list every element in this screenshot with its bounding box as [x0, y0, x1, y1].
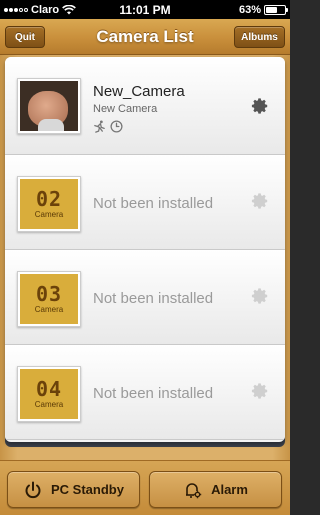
signal-strength-icon: [4, 7, 28, 12]
bottom-toolbar: PC Standby Alarm: [0, 460, 290, 515]
battery-percent: 63%: [238, 3, 261, 16]
power-icon: [25, 481, 41, 498]
clock-icon: [110, 120, 123, 133]
camera-status-icons: [93, 120, 123, 133]
camera-row-3[interactable]: 03 Camera Not been installed: [5, 250, 285, 345]
camera-preview-image: [20, 81, 78, 131]
page-title: Camera List: [96, 26, 194, 46]
camera-settings-gear-icon[interactable]: [251, 97, 269, 115]
alarm-settings-icon: [186, 482, 202, 498]
quit-button[interactable]: Quit: [5, 26, 45, 48]
alarm-label: Alarm: [211, 482, 248, 497]
camera-status-text: Not been installed: [93, 385, 214, 402]
camera-slot-label: Camera: [34, 400, 64, 409]
camera-slot-number: 04: [35, 377, 63, 401]
camera-slot-label: Camera: [34, 210, 64, 219]
camera-slot-badge: 04 Camera: [20, 369, 78, 419]
camera-slot-thumbnail: 04 Camera: [17, 366, 81, 422]
battery-icon: [264, 4, 288, 15]
pc-standby-button[interactable]: PC Standby: [7, 471, 140, 508]
camera-name: New_Camera: [93, 83, 185, 100]
alarm-button[interactable]: Alarm: [149, 471, 282, 508]
camera-settings-gear-icon[interactable]: [251, 382, 269, 400]
camera-status-text: Not been installed: [93, 290, 214, 307]
camera-thumbnail: [17, 78, 81, 134]
content-frame: New_Camera New Camera 02 Camera Not been…: [0, 55, 290, 460]
camera-slot-thumbnail: 02 Camera: [17, 176, 81, 232]
camera-row-1[interactable]: New_Camera New Camera: [5, 57, 285, 155]
camera-slot-badge: 03 Camera: [20, 274, 78, 324]
motion-icon: [94, 120, 105, 133]
camera-slot-number: 02: [35, 187, 63, 211]
status-right: 63%: [238, 3, 288, 16]
pc-standby-label: PC Standby: [51, 482, 124, 497]
camera-row-4[interactable]: 04 Camera Not been installed: [5, 345, 285, 440]
albums-button[interactable]: Albums: [234, 26, 285, 48]
camera-slot-label: Camera: [34, 305, 64, 314]
camera-slot-thumbnail: 03 Camera: [17, 271, 81, 327]
nav-bar: Quit Camera List Albums: [0, 19, 290, 55]
camera-settings-gear-icon[interactable]: [251, 192, 269, 210]
camera-status-text: Not been installed: [93, 195, 214, 212]
camera-list: New_Camera New Camera 02 Camera Not been…: [5, 57, 285, 442]
wifi-icon: [62, 4, 76, 14]
carrier-name: Claro: [31, 3, 60, 16]
camera-slot-number: 03: [35, 282, 63, 306]
camera-settings-gear-icon[interactable]: [251, 287, 269, 305]
status-left: Claro: [4, 4, 76, 16]
camera-slot-badge: 02 Camera: [20, 179, 78, 229]
camera-subtitle: New Camera: [93, 103, 158, 115]
camera-row-2[interactable]: 02 Camera Not been installed: [5, 155, 285, 250]
status-bar: Claro 11:01 PM 63%: [0, 0, 290, 19]
